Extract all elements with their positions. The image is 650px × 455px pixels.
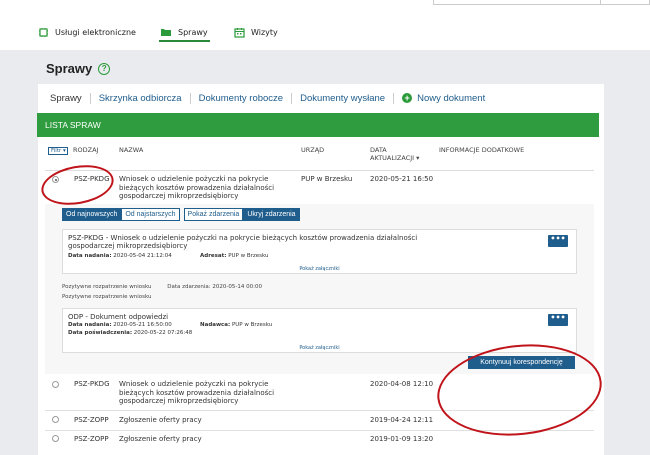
event-date-label: Data nadania: — [68, 322, 112, 328]
column-info: INFORMACJE DODATKOWE — [439, 146, 525, 154]
nav-item-services[interactable]: Usługi elektroniczne — [38, 22, 136, 42]
top-search-box[interactable] — [433, 0, 601, 5]
case-details-panel: Od najnowszych Od najstarszych Pokaż zda… — [45, 204, 594, 374]
status-text: Pozytywne rozpatrzenie wniosku — [62, 284, 152, 290]
status-sub: Pozytywne rozpatrzenie wniosku — [62, 294, 152, 300]
top-bar: Usługi elektroniczne Sprawy Wizyty — [0, 0, 650, 50]
row-type: PSZ-ZOPP — [74, 435, 109, 443]
status-event: Pozytywne rozpatrzenie wniosku Data zdar… — [62, 284, 262, 290]
event-date-label: Data nadania: — [68, 253, 112, 259]
status-date-label: Data zdarzenia: — [167, 284, 211, 290]
event-confirm-label: Data poświadczenia: — [68, 330, 133, 336]
row-office: PUP w Brzesku — [301, 175, 353, 183]
row-name: Zgłoszenie oferty pracy — [119, 435, 202, 443]
event-more-button[interactable]: ••• — [548, 235, 568, 247]
tab-oldest[interactable]: Od najstarszych — [121, 208, 180, 221]
nav-item-visits[interactable]: Wizyty — [234, 22, 278, 42]
tab-newest[interactable]: Od najnowszych — [62, 208, 122, 221]
event-card-application: PSZ-PKDG - Wniosek o udzielenie pożyczki… — [62, 229, 577, 274]
row-type: PSZ-ZOPP — [74, 416, 109, 424]
event-card-response: ODP - Dokument odpowiedzi Data nadania: … — [62, 308, 577, 353]
show-attachments-link[interactable]: Pokaż załączniki — [63, 345, 576, 351]
subnav-inbox[interactable]: Skrzynka odbiorcza — [89, 92, 190, 104]
column-name[interactable]: NAZWA — [119, 146, 143, 154]
table-row[interactable]: PSZ-PKDG Wniosek o udzielenie pożyczki n… — [45, 378, 594, 406]
main-card: Sprawy Skrzynka odbiorcza Dokumenty robo… — [37, 84, 604, 455]
row-radio[interactable] — [52, 381, 59, 388]
status-date: 2020-05-14 00:00 — [212, 284, 262, 290]
nav-active-indicator — [159, 40, 210, 42]
row-radio[interactable] — [52, 176, 59, 183]
new-document-link[interactable]: + Nowy dokument — [393, 92, 493, 104]
row-name: Wniosek o udzielenie pożyczki na pokryci… — [119, 380, 275, 405]
nav-item-cases[interactable]: Sprawy — [160, 22, 208, 42]
filter-button[interactable]: Filtr ▾ — [48, 147, 68, 155]
row-type: PSZ-PKDG — [74, 175, 110, 183]
subnav-drafts[interactable]: Dokumenty robocze — [189, 92, 291, 104]
table-row[interactable]: PSZ-PKDG Wniosek o udzielenie pożyczki n… — [45, 173, 594, 203]
table-row[interactable]: PSZ-ZOPP Zgłoszenie oferty pracy 2019-01… — [45, 434, 594, 448]
continue-correspondence-button[interactable]: Kontynuuj korespondencję — [468, 356, 575, 369]
table-row[interactable]: PSZ-ZOPP Zgłoszenie oferty pracy 2019-04… — [45, 415, 594, 429]
column-office[interactable]: URZĄD — [301, 146, 324, 154]
subnav-cases[interactable]: Sprawy — [50, 93, 90, 104]
row-date: 2019-01-09 13:20 — [370, 435, 434, 443]
row-type: PSZ-PKDG — [74, 380, 110, 388]
folder-icon — [161, 29, 171, 36]
event-date: 2020-05-04 21:12:04 — [113, 253, 172, 259]
list-header-banner: LISTA SPRAW — [37, 113, 599, 137]
event-confirm: Data poświadczenia: 2020-05-22 07:26:48 — [68, 330, 192, 336]
event-sender: Nadawca: PUP w Brzesku — [200, 322, 272, 328]
top-search-button[interactable] — [600, 0, 650, 5]
show-attachments-link[interactable]: Pokaż załączniki — [63, 266, 576, 272]
row-radio[interactable] — [52, 435, 59, 442]
row-date: 2019-04-24 12:11 — [370, 416, 434, 424]
event-confirm-date: 2020-05-22 07:26:48 — [133, 330, 193, 336]
nav-label-cases: Sprawy — [178, 27, 208, 37]
column-type[interactable]: RODZAJ — [73, 146, 98, 154]
services-icon — [39, 27, 48, 37]
row-date: 2020-05-21 16:50 — [370, 175, 434, 183]
event-title: PSZ-PKDG - Wniosek o udzielenie pożyczki… — [68, 234, 418, 250]
table-header: Filtr ▾ RODZAJ NAZWA URZĄD DATA AKTUALIZ… — [45, 141, 594, 171]
row-date: 2020-04-08 12:10 — [370, 380, 434, 388]
details-tabs: Od najnowszych Od najstarszych Pokaż zda… — [62, 208, 300, 221]
row-divider — [45, 410, 594, 411]
calendar-icon — [234, 27, 245, 38]
event-more-button[interactable]: ••• — [548, 314, 568, 326]
row-name: Zgłoszenie oferty pracy — [119, 416, 202, 424]
page-title: Sprawy ? — [46, 61, 111, 76]
tab-show-events[interactable]: Pokaż zdarzenia — [183, 208, 244, 221]
row-divider — [45, 430, 594, 431]
help-icon[interactable]: ? — [98, 62, 111, 75]
event-title: ODP - Dokument odpowiedzi — [68, 313, 169, 321]
nav-label-visits: Wizyty — [251, 27, 278, 37]
event-sender-value: PUP w Brzesku — [231, 322, 273, 328]
column-date[interactable]: DATA AKTUALIZACJI ▾ — [370, 146, 430, 162]
event-meta: Data nadania: 2020-05-21 16:50:00 — [68, 322, 172, 328]
event-addressee-label: Adresat: — [200, 253, 227, 259]
new-document-label: Nowy dokument — [417, 92, 486, 104]
row-name: Wniosek o udzielenie pożyczki na pokryci… — [119, 175, 275, 200]
event-addressee: Adresat: PUP w Brzesku — [200, 253, 269, 259]
event-sender-label: Nadawca: — [200, 322, 231, 328]
page-title-text: Sprawy — [46, 61, 93, 76]
tab-hide-events[interactable]: Ukryj zdarzenia — [243, 208, 300, 221]
event-meta: Data nadania: 2020-05-04 21:12:04 — [68, 253, 172, 259]
sub-navigation: Sprawy Skrzynka odbiorcza Dokumenty robo… — [50, 91, 493, 105]
event-date: 2020-05-21 16:50:00 — [113, 322, 172, 328]
nav-label-services: Usługi elektroniczne — [55, 27, 136, 37]
event-addressee-value: PUP w Brzesku — [228, 253, 269, 259]
plus-icon: + — [402, 93, 413, 103]
subnav-sent[interactable]: Dokumenty wysłane — [291, 92, 393, 104]
row-radio[interactable] — [52, 416, 59, 423]
